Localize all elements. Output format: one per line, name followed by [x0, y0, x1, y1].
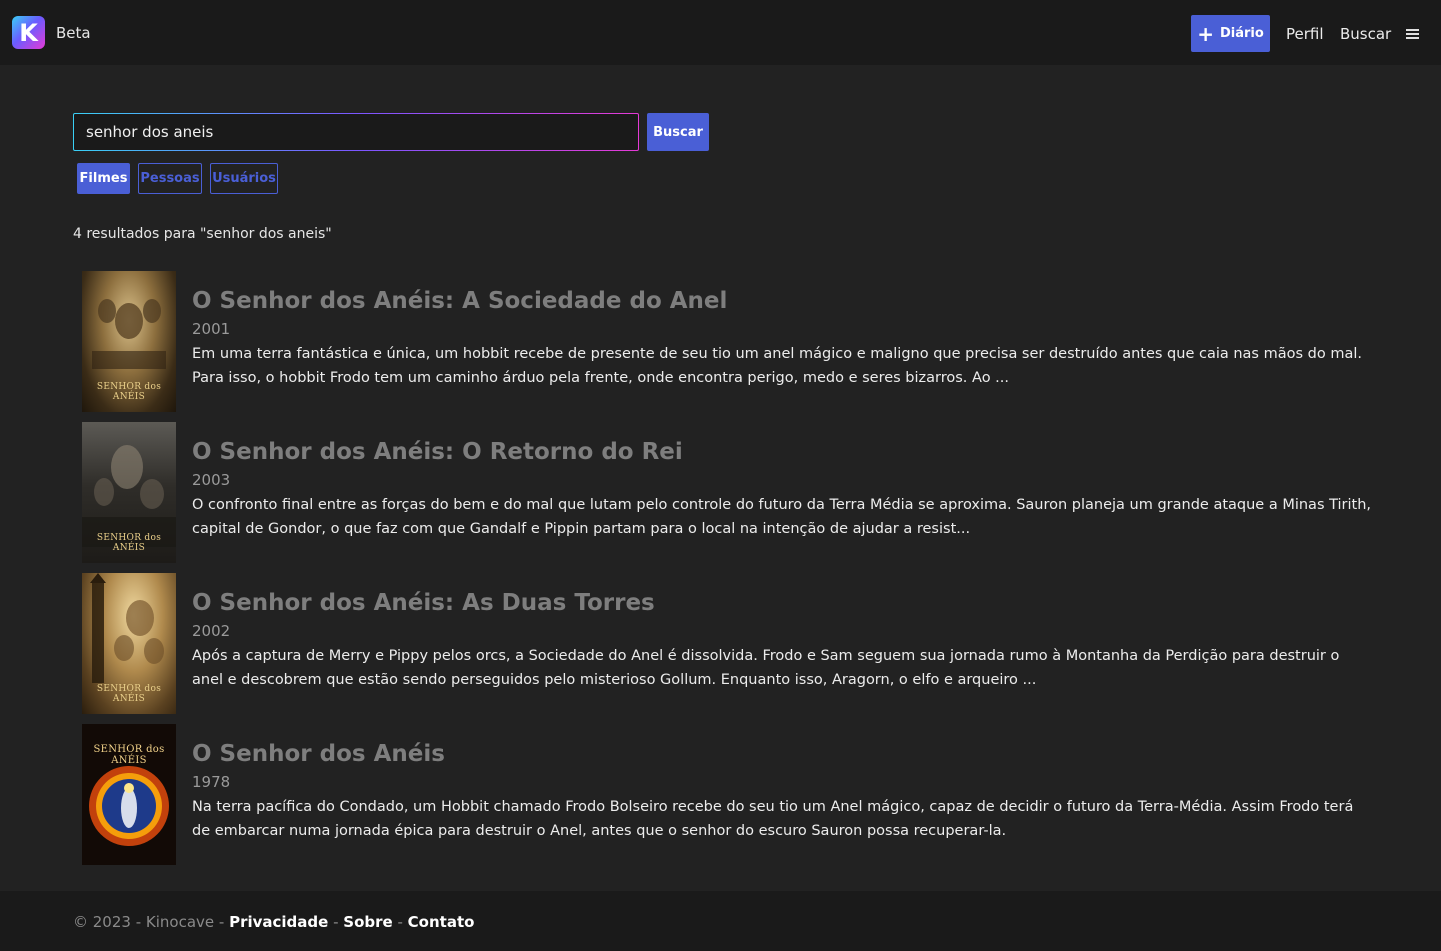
movie-description: Após a captura de Merry e Pippy pelos or…	[192, 648, 1340, 688]
hamburger-menu-icon[interactable]	[1406, 29, 1419, 40]
nav-perfil-link[interactable]: Perfil	[1286, 25, 1324, 43]
movie-poster[interactable]: SENHOR dos ANÉIS	[82, 724, 176, 865]
poster-title: SENHOR dos ANÉIS	[96, 382, 162, 402]
movie-year: 1978	[192, 773, 231, 791]
tab-filmes[interactable]: Filmes	[77, 163, 130, 194]
movie-description: Na terra pacífica do Condado, um Hobbit …	[192, 799, 1354, 839]
tab-pessoas[interactable]: Pessoas	[138, 163, 202, 194]
movie-year: 2001	[192, 320, 231, 338]
logo-letter: K	[19, 18, 38, 47]
list-item[interactable]: SENHOR dos ANÉIS O Senhor dos Anéis: As …	[82, 573, 1372, 714]
tab-usuarios[interactable]: Usuários	[210, 163, 278, 194]
kinocave-logo-icon[interactable]: K	[12, 16, 45, 49]
footer-separator: -	[328, 913, 344, 931]
movie-title[interactable]: O Senhor dos Anéis: O Retorno do Rei	[192, 439, 683, 465]
footer-line: © 2023 - Kinocave - Privacidade - Sobre …	[73, 913, 474, 931]
search-input[interactable]	[73, 113, 639, 151]
top-navbar: K Beta + Diário Perfil Buscar	[0, 0, 1441, 65]
poster-title: SENHOR dos ANÉIS	[93, 744, 165, 766]
movie-poster[interactable]: SENHOR dos ANÉIS	[82, 573, 176, 714]
diario-button[interactable]: + Diário	[1191, 15, 1270, 52]
search-button[interactable]: Buscar	[647, 113, 709, 151]
movie-title[interactable]: O Senhor dos Anéis	[192, 741, 445, 767]
list-item[interactable]: SENHOR dos ANÉIS O Senhor dos Anéis: A S…	[82, 271, 1372, 412]
footer: © 2023 - Kinocave - Privacidade - Sobre …	[0, 891, 1441, 951]
results-summary: 4 resultados para "senhor dos aneis"	[73, 226, 332, 242]
movie-poster[interactable]: SENHOR dos ANÉIS	[82, 422, 176, 563]
nav-buscar-link[interactable]: Buscar	[1340, 25, 1391, 43]
diario-label: Diário	[1219, 26, 1264, 41]
movie-poster[interactable]: SENHOR dos ANÉIS	[82, 271, 176, 412]
movie-description: O confronto final entre as forças do bem…	[192, 497, 1372, 537]
poster-title: SENHOR dos ANÉIS	[96, 684, 162, 704]
movie-title[interactable]: O Senhor dos Anéis: As Duas Torres	[192, 590, 655, 616]
footer-sobre-link[interactable]: Sobre	[343, 913, 392, 931]
list-item[interactable]: SENHOR dos ANÉIS O Senhor dos Anéis 1978…	[82, 724, 1372, 865]
brand-beta-label: Beta	[56, 24, 91, 42]
plus-icon: +	[1197, 21, 1214, 46]
list-item[interactable]: SENHOR dos ANÉIS O Senhor dos Anéis: O R…	[82, 422, 1372, 563]
movie-title[interactable]: O Senhor dos Anéis: A Sociedade do Anel	[192, 288, 727, 314]
footer-copyright: © 2023 - Kinocave -	[73, 913, 230, 931]
footer-privacidade-link[interactable]: Privacidade	[229, 913, 328, 931]
movie-year: 2003	[192, 471, 231, 489]
movie-year: 2002	[192, 622, 231, 640]
footer-separator: -	[392, 913, 408, 931]
poster-title: SENHOR dos ANÉIS	[96, 533, 162, 553]
movie-description: Em uma terra fantástica e única, um hobb…	[192, 346, 1362, 386]
footer-contato-link[interactable]: Contato	[408, 913, 475, 931]
